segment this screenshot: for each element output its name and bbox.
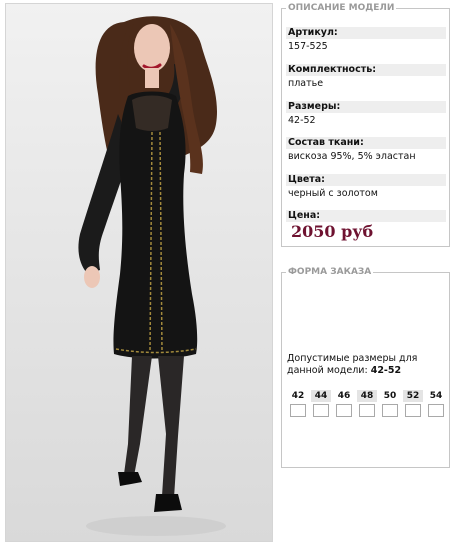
colors-label: Цвета: — [286, 174, 446, 186]
size-option-54: 54 — [426, 390, 446, 417]
size-checkbox-48[interactable] — [359, 404, 375, 417]
sizes-label: Размеры: — [286, 101, 446, 113]
allowed-sizes-note: Допустимые размеры для данной модели: 42… — [287, 353, 447, 377]
allowed-sizes-range: 42-52 — [370, 365, 402, 376]
size-label: 44 — [311, 390, 331, 402]
size-option-48: 48 — [357, 390, 377, 417]
model-illustration — [78, 16, 226, 536]
product-photo — [5, 3, 273, 542]
size-option-52: 52 — [403, 390, 423, 417]
size-label: 48 — [357, 390, 377, 402]
price-value: 2050 руб — [291, 222, 374, 241]
size-checkbox-46[interactable] — [336, 404, 352, 417]
article-label: Артикул: — [286, 27, 446, 39]
set-value: платье — [288, 78, 324, 89]
size-checkbox-52[interactable] — [405, 404, 421, 417]
size-label: 42 — [291, 391, 305, 401]
article-value: 157-525 — [288, 41, 328, 52]
colors-value: черный с золотом — [288, 188, 378, 199]
size-label: 50 — [383, 391, 397, 401]
order-form-legend: ФОРМА ЗАКАЗА — [286, 267, 374, 278]
size-label: 54 — [429, 391, 443, 401]
fabric-value: вискоза 95%, 5% эластан — [288, 151, 416, 162]
order-form-panel: ФОРМА ЗАКАЗА Допустимые размеры для данн… — [281, 267, 450, 468]
model-description-panel: ОПИСАНИЕ МОДЕЛИ Артикул: 157-525 Комплек… — [281, 3, 450, 247]
description-legend: ОПИСАНИЕ МОДЕЛИ — [286, 3, 397, 14]
size-checkbox-42[interactable] — [290, 404, 306, 417]
price-label: Цена: — [286, 210, 446, 222]
size-checkbox-50[interactable] — [382, 404, 398, 417]
size-option-46: 46 — [334, 390, 354, 417]
sizes-value: 42-52 — [288, 115, 316, 126]
size-checkbox-54[interactable] — [428, 404, 444, 417]
size-label: 46 — [337, 391, 351, 401]
fabric-label: Состав ткани: — [286, 137, 446, 149]
size-option-50: 50 — [380, 390, 400, 417]
size-checkbox-44[interactable] — [313, 404, 329, 417]
size-label: 52 — [403, 390, 423, 402]
set-label: Комплектность: — [286, 64, 446, 76]
size-option-44: 44 — [311, 390, 331, 417]
size-option-42: 42 — [288, 390, 308, 417]
